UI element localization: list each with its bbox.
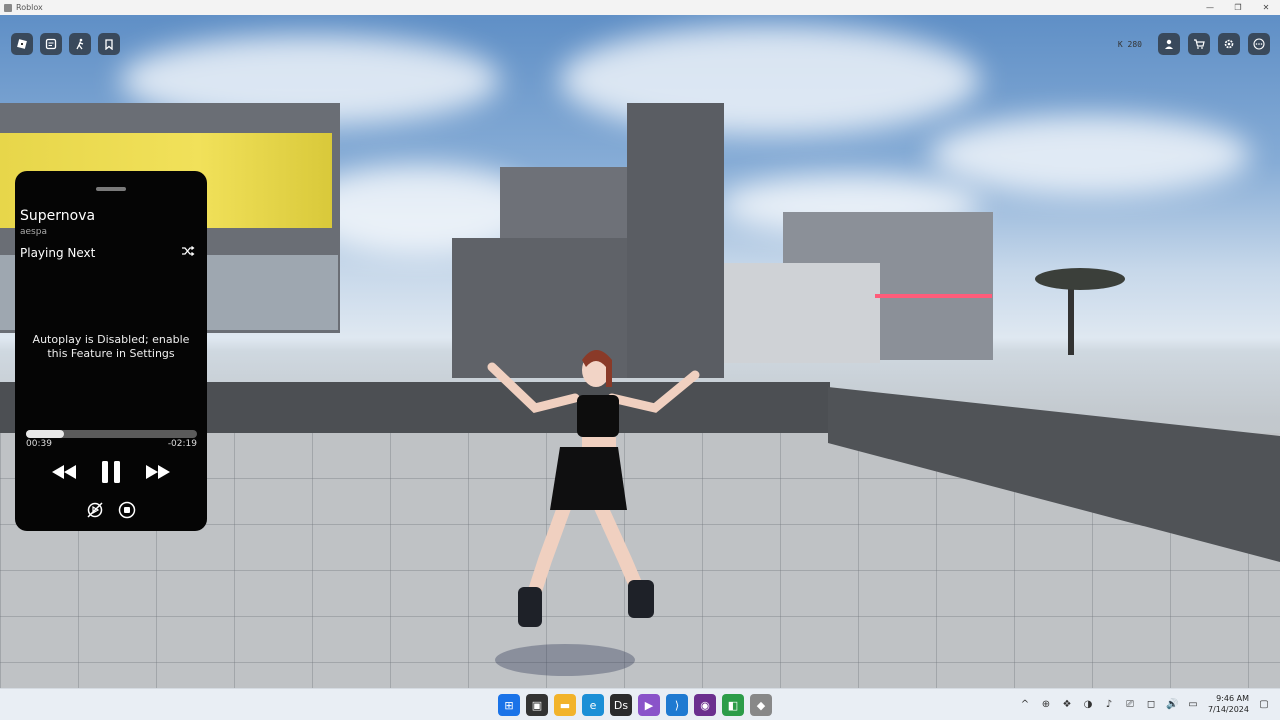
window-title: Roblox — [16, 3, 43, 12]
settings-icon[interactable] — [1218, 33, 1240, 55]
visual-studio-icon[interactable]: ▶ — [638, 694, 660, 716]
clock-date: 7/14/2024 — [1207, 705, 1249, 714]
previous-button[interactable] — [50, 463, 78, 481]
autoplay-disabled-message: Autoplay is Disabled; enable this Featur… — [32, 333, 190, 360]
secondary-controls — [15, 500, 207, 524]
shuffle-button[interactable] — [181, 245, 195, 260]
drag-handle[interactable] — [96, 187, 126, 191]
autoplay-toggle-button[interactable] — [85, 500, 105, 524]
emote-icon[interactable] — [69, 33, 91, 55]
display-icon[interactable]: ⎚ — [1124, 699, 1136, 710]
davinci-icon[interactable]: Ds — [610, 694, 632, 716]
fast-forward-icon — [146, 465, 170, 479]
battery-icon[interactable]: ▭ — [1187, 699, 1199, 710]
music-player-panel: Supernova aespa Playing Next Autoplay is… — [15, 171, 207, 531]
file-explorer-icon[interactable]: ▬ — [554, 694, 576, 716]
shop-icon[interactable] — [1188, 33, 1210, 55]
shuffle-icon — [182, 246, 195, 256]
song-title: Supernova — [20, 208, 96, 224]
dropbox-icon[interactable]: ❖ — [1061, 699, 1073, 710]
task-view-icon[interactable]: ▣ — [526, 694, 548, 716]
windows-taskbar: ⊞ ▣ ▬ e Ds ▶ ⟩ ◉ ◧ ◆ ^ ⊕ ❖ ◑ ♪ ⎚ ◻ 🔊 ▭ 9:46 AM 7/… — [0, 688, 1280, 720]
taskbar-apps: ⊞ ▣ ▬ e Ds ▶ ⟩ ◉ ◧ ◆ — [498, 694, 772, 716]
avatar-icon[interactable] — [1158, 33, 1180, 55]
playing-next-label: Playing Next — [20, 246, 96, 260]
notification-icon[interactable]: ▢ — [1258, 699, 1270, 710]
system-tray: ^ ⊕ ❖ ◑ ♪ ⎚ ◻ 🔊 ▭ 9:46 AM 7/14/2024 ▢ — [1019, 693, 1270, 715]
security-icon[interactable]: ◑ — [1082, 699, 1094, 710]
obs-icon[interactable]: ◉ — [694, 694, 716, 716]
playback-controls — [15, 459, 207, 485]
wifi-icon[interactable]: ◻ — [1145, 699, 1157, 710]
chat-icon[interactable] — [40, 33, 62, 55]
game-toolbar-left — [11, 33, 120, 55]
more-icon[interactable] — [1248, 33, 1270, 55]
volume-icon[interactable]: 🔊 — [1166, 699, 1178, 710]
progress-fill — [26, 430, 64, 438]
rewind-icon — [52, 465, 76, 479]
taskbar-clock[interactable]: 9:46 AM 7/14/2024 — [1208, 693, 1249, 715]
progress-bar[interactable] — [26, 430, 197, 438]
next-button[interactable] — [144, 463, 172, 481]
edge-icon[interactable]: e — [582, 694, 604, 716]
time-elapsed: 00:39 — [26, 439, 52, 449]
stop-icon — [118, 501, 136, 519]
camera-app-icon[interactable]: ◧ — [722, 694, 744, 716]
window-titlebar: Roblox — ❐ ✕ — [0, 0, 1280, 15]
performance-stats: K 280 — [1117, 39, 1142, 49]
clock-time: 9:46 AM — [1216, 694, 1249, 703]
song-artist: aespa — [20, 227, 47, 237]
vscode-icon[interactable]: ⟩ — [666, 694, 688, 716]
tray-overflow-icon[interactable]: ^ — [1019, 699, 1031, 710]
roblox-taskbar-icon[interactable]: ◆ — [750, 694, 772, 716]
stop-button[interactable] — [117, 500, 137, 524]
pause-icon — [102, 461, 120, 483]
minimize-button[interactable]: — — [1196, 0, 1224, 15]
autoplay-off-icon — [87, 502, 103, 518]
close-button[interactable]: ✕ — [1252, 0, 1280, 15]
windows-start-icon[interactable]: ⊞ — [498, 694, 520, 716]
pause-button[interactable] — [98, 459, 124, 485]
roblox-menu-icon[interactable] — [11, 33, 33, 55]
time-remaining: -02:19 — [167, 439, 197, 449]
network-globe-icon[interactable]: ⊕ — [1040, 699, 1052, 710]
window-controls: — ❐ ✕ — [1196, 0, 1280, 15]
backpack-icon[interactable] — [98, 33, 120, 55]
game-toolbar-right: K 280 — [1118, 33, 1270, 55]
maximize-button[interactable]: ❐ — [1224, 0, 1252, 15]
microphone-icon[interactable]: ♪ — [1103, 699, 1115, 710]
roblox-app-icon — [4, 3, 12, 12]
